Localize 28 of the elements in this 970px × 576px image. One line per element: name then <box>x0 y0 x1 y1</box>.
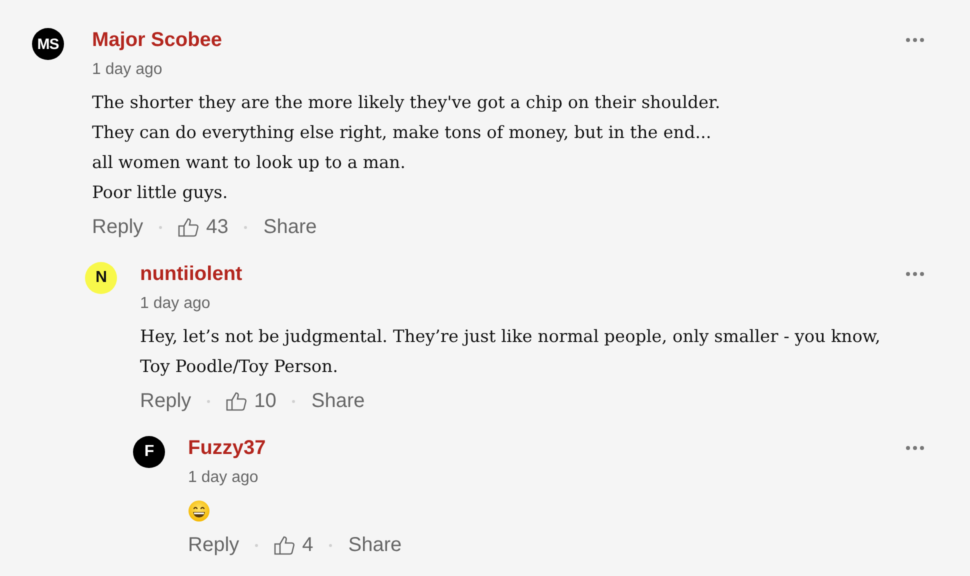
timestamp: 1 day ago <box>92 60 164 80</box>
avatar: F <box>133 436 165 468</box>
comment-text: Hey, let’s not be judgmental. They’re just like normal people, only smaller - you know, <box>140 326 880 349</box>
like-button[interactable]: 43 <box>178 216 228 238</box>
comment-text: all women want to look up to a man. <box>92 152 406 175</box>
share-button[interactable]: Share <box>263 216 317 238</box>
like-button[interactable]: 10 <box>226 390 276 412</box>
thumbs-up-icon <box>226 391 248 411</box>
grinning-emoji-icon <box>188 500 210 522</box>
share-button[interactable]: Share <box>311 390 365 412</box>
reply-button[interactable]: Reply <box>92 216 144 238</box>
comment-text: Poor little guys. <box>92 182 228 205</box>
reply-button[interactable]: Reply <box>188 534 240 556</box>
comment-text: Toy Poodle/Toy Person. <box>140 356 338 379</box>
thumbs-up-icon <box>178 217 200 237</box>
author-name[interactable]: Fuzzy37 <box>188 436 266 460</box>
comment-text: They can do everything else right, make tons of money, but in the end... <box>92 122 712 145</box>
comment-text: The shorter they are the more likely they've got a chip on their shoulder. <box>92 92 720 115</box>
author-name[interactable]: nuntiiolent <box>140 262 242 286</box>
avatar: MS <box>32 28 64 60</box>
timestamp: 1 day ago <box>188 468 260 488</box>
reply-button[interactable]: Reply <box>140 390 192 412</box>
author-name[interactable]: Major Scobee <box>92 28 222 52</box>
like-button[interactable]: 4 <box>274 534 314 556</box>
share-button[interactable]: Share <box>348 534 402 556</box>
avatar: N <box>85 262 117 294</box>
timestamp: 1 day ago <box>140 294 212 314</box>
thumbs-up-icon <box>274 535 296 555</box>
